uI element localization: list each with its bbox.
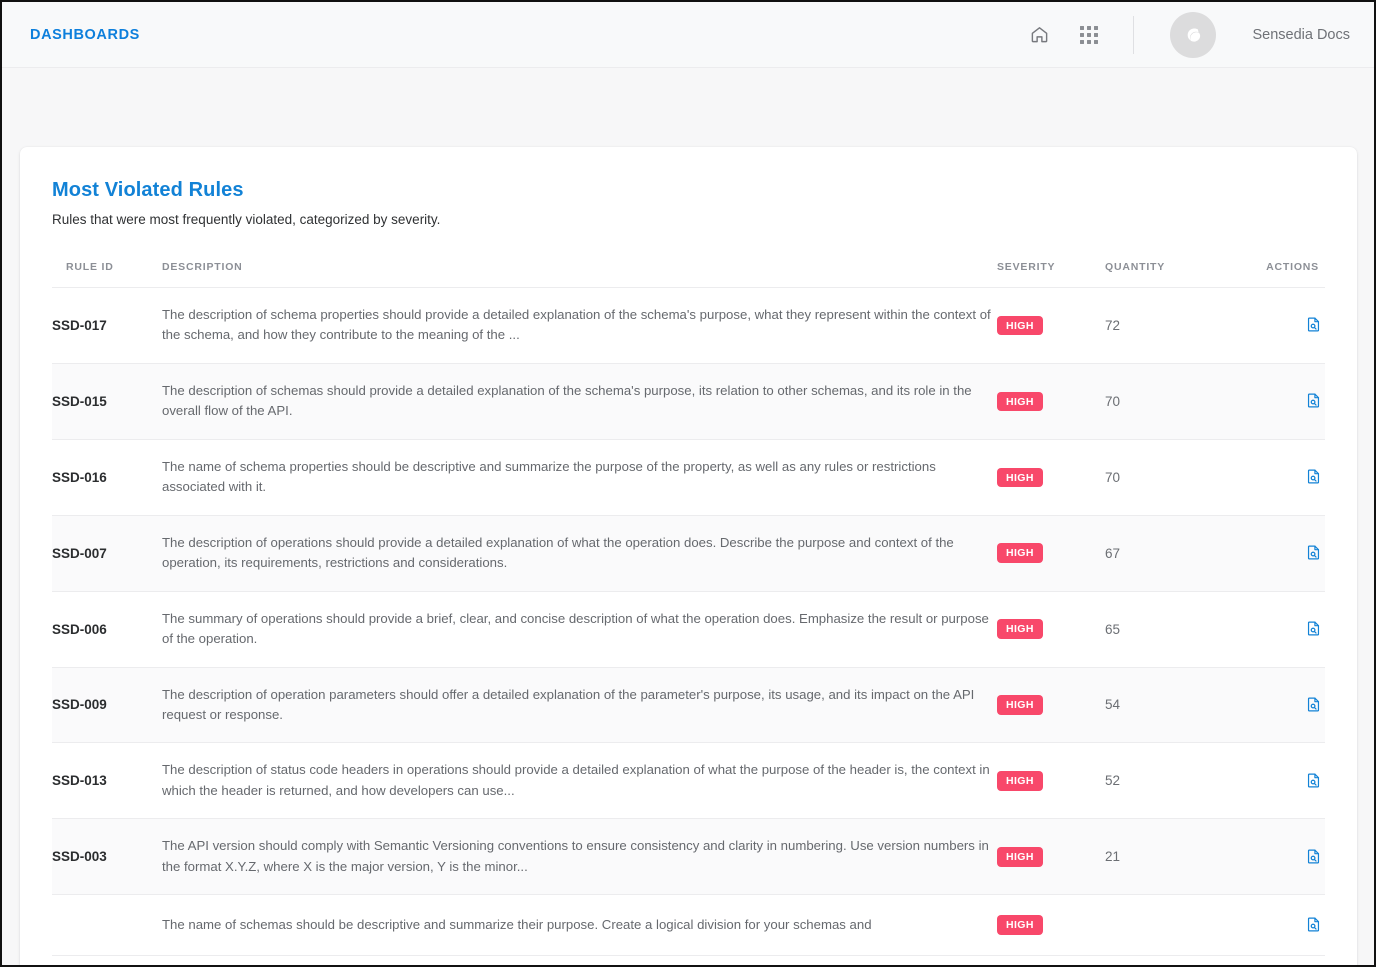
- apps-grid-dots: [1080, 26, 1098, 44]
- status-badge: HIGH: [997, 619, 1043, 639]
- cell-description: The name of schema properties should be …: [162, 439, 997, 515]
- cell-actions: [1225, 591, 1325, 667]
- cell-quantity: 21: [1105, 819, 1225, 895]
- document-search-icon[interactable]: [1301, 844, 1325, 868]
- cell-description: The description of schema properties sho…: [162, 288, 997, 364]
- cell-rule-id: SSD-013: [52, 743, 162, 819]
- cell-severity: HIGH: [997, 591, 1105, 667]
- column-header-actions: ACTIONS: [1225, 261, 1325, 288]
- topbar-divider: [1133, 16, 1134, 54]
- cell-actions: [1225, 439, 1325, 515]
- cell-severity: HIGH: [997, 515, 1105, 591]
- column-header-severity[interactable]: SEVERITY: [997, 261, 1105, 288]
- cell-severity: HIGH: [997, 743, 1105, 819]
- cell-description: The description of schemas should provid…: [162, 363, 997, 439]
- breadcrumb-dashboards[interactable]: DASHBOARDS: [30, 27, 140, 43]
- rules-table: RULE ID DESCRIPTION SEVERITY QUANTITY AC…: [52, 261, 1325, 956]
- status-badge: HIGH: [997, 915, 1043, 935]
- document-search-icon[interactable]: [1301, 912, 1325, 936]
- cell-quantity: [1105, 895, 1225, 956]
- cell-severity: HIGH: [997, 288, 1105, 364]
- cell-actions: [1225, 895, 1325, 956]
- cell-quantity: 67: [1105, 515, 1225, 591]
- cell-actions: [1225, 819, 1325, 895]
- rules-table-body: SSD-017 The description of schema proper…: [52, 288, 1325, 956]
- status-badge: HIGH: [997, 316, 1043, 336]
- cell-actions: [1225, 363, 1325, 439]
- rules-table-head: RULE ID DESCRIPTION SEVERITY QUANTITY AC…: [52, 261, 1325, 288]
- status-badge: HIGH: [997, 695, 1043, 715]
- table-row[interactable]: The name of schemas should be descriptiv…: [52, 895, 1325, 956]
- cell-quantity: 70: [1105, 363, 1225, 439]
- page-subtitle: Rules that were most frequently violated…: [52, 212, 1325, 227]
- document-search-icon[interactable]: [1301, 389, 1325, 413]
- table-row[interactable]: SSD-017 The description of schema proper…: [52, 288, 1325, 364]
- status-badge: HIGH: [997, 468, 1043, 488]
- cell-actions: [1225, 667, 1325, 743]
- cell-description: The description of operation parameters …: [162, 667, 997, 743]
- table-row[interactable]: SSD-003 The API version should comply wi…: [52, 819, 1325, 895]
- cell-severity: HIGH: [997, 363, 1105, 439]
- table-row[interactable]: SSD-016 The name of schema properties sh…: [52, 439, 1325, 515]
- home-icon[interactable]: [1025, 21, 1053, 49]
- cell-rule-id: SSD-016: [52, 439, 162, 515]
- most-violated-rules-card: Most Violated Rules Rules that were most…: [20, 147, 1357, 967]
- cell-severity: HIGH: [997, 895, 1105, 956]
- cell-severity: HIGH: [997, 439, 1105, 515]
- cell-severity: HIGH: [997, 667, 1105, 743]
- cell-rule-id: [52, 895, 162, 956]
- cell-rule-id: SSD-009: [52, 667, 162, 743]
- table-row[interactable]: SSD-007 The description of operations sh…: [52, 515, 1325, 591]
- apps-grid-icon[interactable]: [1075, 21, 1103, 49]
- app-window: DASHBOARDS Sensedia Docs: [0, 0, 1376, 967]
- column-header-description[interactable]: DESCRIPTION: [162, 261, 997, 288]
- cell-rule-id: SSD-006: [52, 591, 162, 667]
- cell-description: The API version should comply with Seman…: [162, 819, 997, 895]
- cell-quantity: 54: [1105, 667, 1225, 743]
- document-search-icon[interactable]: [1301, 313, 1325, 337]
- table-row[interactable]: SSD-015 The description of schemas shoul…: [52, 363, 1325, 439]
- cell-description: The description of status code headers i…: [162, 743, 997, 819]
- cell-rule-id: SSD-007: [52, 515, 162, 591]
- cell-rule-id: SSD-003: [52, 819, 162, 895]
- document-search-icon[interactable]: [1301, 768, 1325, 792]
- status-badge: HIGH: [997, 543, 1043, 563]
- column-header-rule-id[interactable]: RULE ID: [52, 261, 162, 288]
- document-search-icon[interactable]: [1301, 692, 1325, 716]
- table-row[interactable]: SSD-006 The summary of operations should…: [52, 591, 1325, 667]
- cell-quantity: 72: [1105, 288, 1225, 364]
- top-navigation-bar: DASHBOARDS Sensedia Docs: [2, 2, 1374, 68]
- cell-quantity: 52: [1105, 743, 1225, 819]
- user-name-label[interactable]: Sensedia Docs: [1252, 27, 1350, 43]
- cell-rule-id: SSD-017: [52, 288, 162, 364]
- cell-description: The description of operations should pro…: [162, 515, 997, 591]
- cell-quantity: 65: [1105, 591, 1225, 667]
- avatar[interactable]: [1170, 12, 1216, 58]
- status-badge: HIGH: [997, 847, 1043, 867]
- table-row[interactable]: SSD-013 The description of status code h…: [52, 743, 1325, 819]
- cell-quantity: 70: [1105, 439, 1225, 515]
- cell-description: The summary of operations should provide…: [162, 591, 997, 667]
- cell-actions: [1225, 743, 1325, 819]
- page-title: Most Violated Rules: [52, 179, 1325, 202]
- cell-actions: [1225, 515, 1325, 591]
- status-badge: HIGH: [997, 771, 1043, 791]
- cell-severity: HIGH: [997, 819, 1105, 895]
- cell-actions: [1225, 288, 1325, 364]
- column-header-quantity[interactable]: QUANTITY: [1105, 261, 1225, 288]
- topbar-actions: Sensedia Docs: [1025, 12, 1350, 58]
- status-badge: HIGH: [997, 392, 1043, 412]
- document-search-icon[interactable]: [1301, 465, 1325, 489]
- table-header-row: RULE ID DESCRIPTION SEVERITY QUANTITY AC…: [52, 261, 1325, 288]
- document-search-icon[interactable]: [1301, 616, 1325, 640]
- cell-description: The name of schemas should be descriptiv…: [162, 895, 997, 956]
- table-row[interactable]: SSD-009 The description of operation par…: [52, 667, 1325, 743]
- sensedia-logo-icon: [1180, 22, 1206, 48]
- document-search-icon[interactable]: [1301, 540, 1325, 564]
- cell-rule-id: SSD-015: [52, 363, 162, 439]
